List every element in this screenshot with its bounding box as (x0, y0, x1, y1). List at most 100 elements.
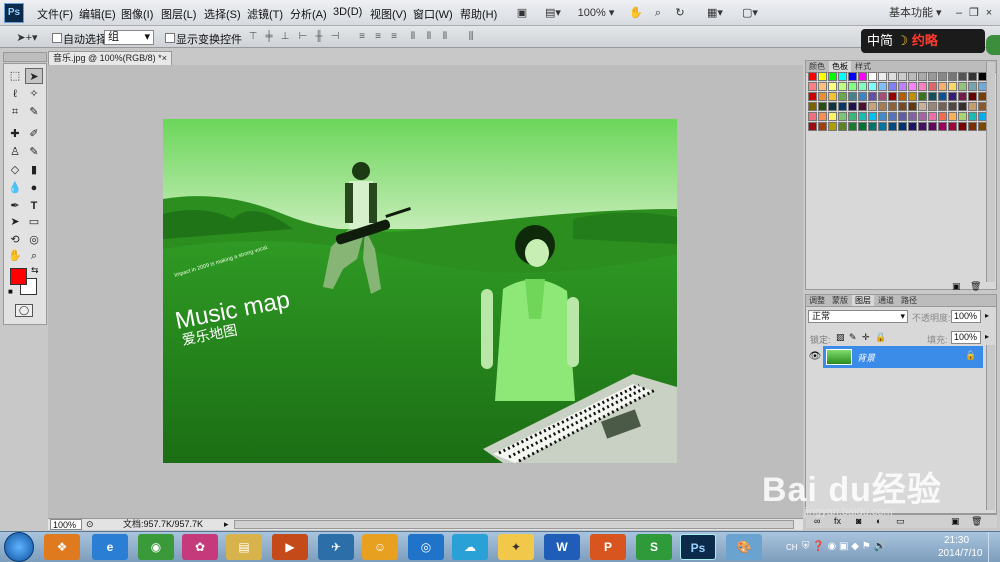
swatch-cell[interactable] (848, 112, 857, 121)
magic-wand-icon[interactable]: ✧ (25, 86, 43, 102)
swatch-cell[interactable] (848, 102, 857, 111)
blend-mode-dropdown[interactable]: 正常 ▾ (808, 310, 908, 323)
distribute-bottom-icon[interactable]: ≡ (387, 30, 401, 44)
menu-image[interactable]: 图像(I) (121, 6, 153, 22)
eyedropper-icon[interactable]: ✎ (25, 104, 43, 120)
swatch-cell[interactable] (818, 112, 827, 121)
swatch-cell[interactable] (928, 82, 937, 91)
align-right-icon[interactable]: ⊣ (328, 30, 342, 44)
arrange-documents-icon[interactable]: ▦▾ (703, 4, 727, 22)
hand-tool-icon[interactable]: ✋ (6, 248, 24, 264)
swatch-cell[interactable] (838, 102, 847, 111)
ie-icon[interactable]: e (92, 534, 128, 560)
swatch-cell[interactable] (908, 122, 917, 131)
swatch-cell[interactable] (958, 102, 967, 111)
menu-file[interactable]: 文件(F) (37, 6, 73, 22)
delete-layer-icon[interactable]: 🗑 (971, 515, 982, 528)
swatch-cell[interactable] (878, 92, 887, 101)
swatch-cell[interactable] (918, 82, 927, 91)
document-tab[interactable]: 音乐.jpg @ 100%(RGB/8) * × (48, 51, 172, 65)
swatch-cell[interactable] (888, 102, 897, 111)
swatch-cell[interactable] (908, 82, 917, 91)
hand-tool-icon[interactable]: ✋ (628, 4, 644, 22)
swap-colors-icon[interactable]: ⇆ (31, 265, 39, 276)
swatch-cell[interactable] (878, 112, 887, 121)
swatch-cell[interactable] (908, 112, 917, 121)
swatch-cell[interactable] (808, 72, 817, 81)
lock-all-icon[interactable]: 🔒 (875, 332, 886, 343)
horizontal-scrollbar[interactable] (234, 520, 794, 529)
clock-date[interactable]: 2014/7/10 (938, 548, 983, 559)
swatch-cell[interactable] (848, 122, 857, 131)
chrome-icon[interactable]: ◉ (138, 534, 174, 560)
swatch-cell[interactable] (868, 82, 877, 91)
swatch-cell[interactable] (928, 92, 937, 101)
media-player-icon[interactable]: ▶ (272, 534, 308, 560)
rotate-view-icon[interactable]: ↻ (672, 4, 688, 22)
menu-filter[interactable]: 滤镜(T) (247, 6, 283, 22)
zoom-tool-icon[interactable]: ⌕ (650, 4, 666, 22)
zoom-tool-icon[interactable]: ⌕ (25, 248, 43, 264)
swatch-cell[interactable] (938, 72, 947, 81)
swatch-cell[interactable] (878, 72, 887, 81)
layer-row-background[interactable]: 背景 🔒 (823, 346, 983, 368)
move-tool-preset-icon[interactable]: ➤+▾ (12, 29, 42, 47)
swatch-cell[interactable] (908, 72, 917, 81)
tab-masks[interactable]: 蒙版 (829, 295, 851, 306)
status-menu-arrow-icon[interactable]: ▸ (224, 519, 229, 530)
swatch-cell[interactable] (898, 72, 907, 81)
swatch-cell[interactable] (948, 112, 957, 121)
swatch-cell[interactable] (808, 92, 817, 101)
swatch-cell[interactable] (918, 102, 927, 111)
toolbox-header[interactable] (3, 52, 47, 62)
minimize-button[interactable]: – (952, 4, 966, 22)
swatch-cell[interactable] (918, 112, 927, 121)
fill-input[interactable]: 100% (951, 331, 981, 344)
swatch-cell[interactable] (808, 122, 817, 131)
swatch-cell[interactable] (898, 82, 907, 91)
menu-edit[interactable]: 编辑(E) (79, 6, 116, 22)
show-desktop-button[interactable] (988, 532, 1000, 562)
menu-analysis[interactable]: 分析(A) (290, 6, 327, 22)
tab-channels[interactable]: 通道 (875, 295, 897, 306)
status-zoom[interactable]: 100% (50, 519, 82, 530)
taskbar-app-1-icon[interactable]: ❖ (44, 534, 80, 560)
swatch-cell[interactable] (908, 92, 917, 101)
swatch-cell[interactable] (898, 112, 907, 121)
swatch-cell[interactable] (848, 72, 857, 81)
swatch-cell[interactable] (958, 72, 967, 81)
auto-select-dropdown[interactable]: 组 ▾ (104, 30, 154, 45)
close-button[interactable]: × (982, 4, 996, 22)
swatch-cell[interactable] (898, 122, 907, 131)
swatch-cell[interactable] (928, 122, 937, 131)
swatch-cell[interactable] (888, 112, 897, 121)
tab-swatches[interactable]: 色板 (829, 61, 851, 72)
distribute-hcenter-icon[interactable]: ⦀ (422, 30, 436, 44)
align-hcenter-icon[interactable]: ╫ (312, 30, 326, 44)
swatch-cell[interactable] (858, 102, 867, 111)
default-colors-icon[interactable]: ■ (8, 287, 13, 296)
paint-icon[interactable]: 🎨 (726, 534, 762, 560)
explorer-icon[interactable]: ▤ (226, 534, 262, 560)
align-bottom-icon[interactable]: ⊥ (278, 30, 292, 44)
swatch-cell[interactable] (838, 122, 847, 131)
layers-scrollbar[interactable] (986, 345, 995, 510)
swatch-cell[interactable] (808, 102, 817, 111)
opacity-input[interactable]: 100% (951, 310, 981, 323)
swatch-cell[interactable] (838, 112, 847, 121)
swatch-cell[interactable] (928, 72, 937, 81)
swatch-cell[interactable] (868, 122, 877, 131)
swatch-cell[interactable] (948, 92, 957, 101)
align-left-icon[interactable]: ⊢ (296, 30, 310, 44)
distribute-top-icon[interactable]: ≡ (355, 30, 369, 44)
swatch-cell[interactable] (968, 112, 977, 121)
show-transform-checkbox[interactable] (165, 33, 175, 43)
swatch-cell[interactable] (948, 82, 957, 91)
swatch-cell[interactable] (858, 72, 867, 81)
eraser-icon[interactable]: ◇ (6, 162, 24, 178)
swatch-cell[interactable] (918, 122, 927, 131)
brush-tool-icon[interactable]: ✐ (25, 126, 43, 142)
swatch-cell[interactable] (968, 122, 977, 131)
path-selection-icon[interactable]: ➤ (6, 214, 24, 230)
swatch-cell[interactable] (968, 82, 977, 91)
